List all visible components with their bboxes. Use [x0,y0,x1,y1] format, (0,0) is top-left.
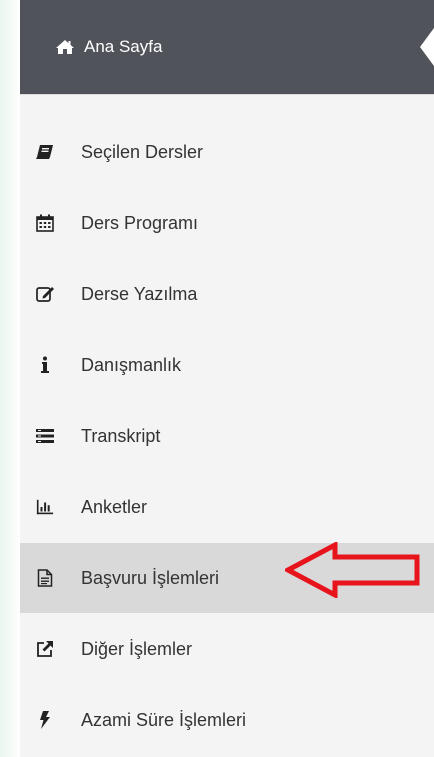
home-icon [56,39,74,55]
sidebar-item-secilen-dersler[interactable]: Seçilen Dersler [20,117,434,187]
external-link-icon [36,640,54,658]
sidebar-item-danismanlik[interactable]: Danışmanlık [20,330,434,400]
sidebar-item-ders-programi[interactable]: Ders Programı [20,188,434,258]
active-section-notch [420,28,434,66]
bar-chart-icon [36,498,54,516]
document-icon [36,569,54,587]
sidebar-item-label: Ders Programı [81,213,199,233]
calendar-icon [36,214,54,232]
divider [20,94,434,95]
sidebar-item-label: Azami Süre İşlemleri [81,710,247,730]
sidebar-item-home[interactable]: Ana Sayfa [20,0,434,95]
sidebar-item-label: Derse Yazılma [81,284,198,304]
sidebar-item-label: Anketler [81,497,148,517]
page-background-strip [0,0,20,757]
sidebar-item-transkript[interactable]: Transkript [20,401,434,471]
sidebar-item-diger-islemler[interactable]: Diğer İşlemler [20,614,434,684]
sidebar-item-label: Başvuru İşlemleri [81,568,220,588]
sidebar-item-label: Seçilen Dersler [81,142,204,162]
sidebar-item-label: Transkript [81,426,161,446]
sidebar-item-label: Diğer İşlemler [81,639,193,659]
sidebar-item-label: Danışmanlık [81,355,182,375]
sidebar-item-label: Ana Sayfa [84,37,163,56]
sidebar-item-derse-yazilma[interactable]: Derse Yazılma [20,259,434,329]
book-icon [36,143,54,161]
edit-icon [36,285,54,303]
info-icon [36,356,54,374]
bolt-icon [36,711,54,729]
sidebar-item-azami-sure-islemleri[interactable]: Azami Süre İşlemleri [20,685,434,755]
list-icon [36,427,54,445]
red-arrow-icon [285,542,420,598]
sidebar-item-anketler[interactable]: Anketler [20,472,434,542]
